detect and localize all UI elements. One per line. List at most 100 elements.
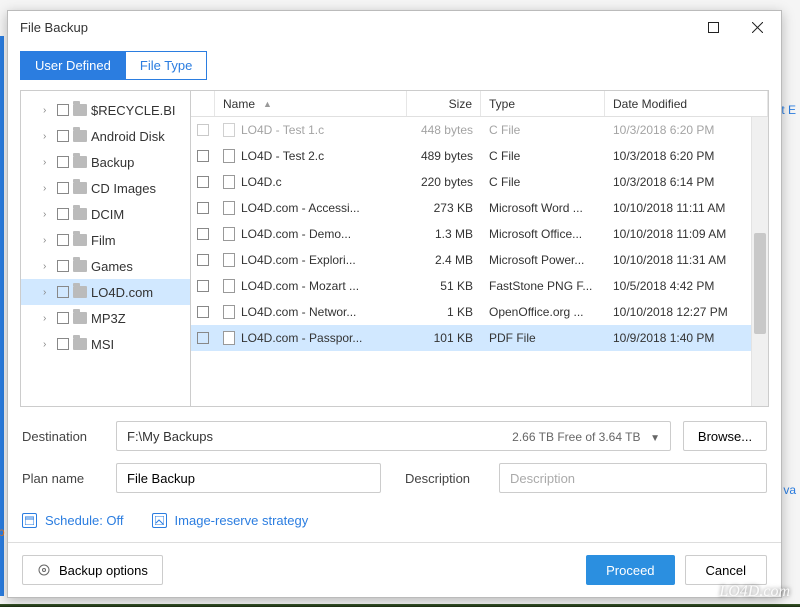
tree-item[interactable]: ›Android Disk	[21, 123, 190, 149]
column-checkbox[interactable]	[191, 91, 215, 116]
checkbox[interactable]	[197, 124, 209, 136]
schedule-link[interactable]: Schedule: Off	[22, 513, 124, 528]
chevron-right-icon: ›	[43, 131, 53, 141]
backup-options-button[interactable]: Backup options	[22, 555, 163, 585]
file-icon	[223, 175, 235, 189]
file-grid-body[interactable]: LO4D - Test 1.c448 bytesC File10/3/2018 …	[191, 117, 768, 406]
file-size: 1 KB	[407, 305, 481, 319]
checkbox[interactable]	[197, 280, 209, 292]
maximize-button[interactable]	[691, 13, 735, 41]
file-type: C File	[481, 175, 605, 189]
checkbox[interactable]	[197, 202, 209, 214]
scrollbar-thumb[interactable]	[754, 233, 766, 334]
folder-tree[interactable]: ›$RECYCLE.BI›Android Disk›Backup›CD Imag…	[21, 91, 191, 406]
dropdown-icon: ▼	[650, 433, 660, 444]
file-browser: ›$RECYCLE.BI›Android Disk›Backup›CD Imag…	[20, 90, 769, 407]
file-row[interactable]: LO4D.com - Explori...2.4 MBMicrosoft Pow…	[191, 247, 768, 273]
image-reserve-link[interactable]: Image-reserve strategy	[152, 513, 309, 528]
checkbox[interactable]	[57, 338, 69, 350]
checkbox[interactable]	[57, 104, 69, 116]
folder-icon	[73, 182, 87, 194]
folder-icon	[73, 312, 87, 324]
close-icon	[752, 22, 763, 33]
file-row[interactable]: LO4D.com - Mozart ...51 KBFastStone PNG …	[191, 273, 768, 299]
cancel-button[interactable]: Cancel	[685, 555, 767, 585]
checkbox[interactable]	[197, 332, 209, 344]
checkbox[interactable]	[57, 182, 69, 194]
dialog-title: File Backup	[20, 20, 88, 35]
checkbox[interactable]	[197, 176, 209, 188]
file-name: LO4D.com - Mozart ...	[241, 279, 359, 293]
file-row[interactable]: LO4D.com - Networ... 1 KBOpenOffice.org .…	[191, 299, 768, 325]
file-size: 1.3 MB	[407, 227, 481, 241]
free-space-text: 2.66 TB Free of 3.64 TB	[512, 430, 640, 444]
image-icon	[152, 513, 167, 528]
file-name: LO4D - Test 1.c	[241, 123, 324, 137]
close-button[interactable]	[735, 13, 779, 41]
file-size: 273 KB	[407, 201, 481, 215]
checkbox[interactable]	[57, 234, 69, 246]
gear-icon	[37, 563, 51, 577]
browse-button[interactable]: Browse...	[683, 421, 767, 451]
tree-item[interactable]: ›Backup	[21, 149, 190, 175]
file-name: LO4D.com - Explori...	[241, 253, 356, 267]
file-row[interactable]: LO4D.com - Demo...1.3 MBMicrosoft Office…	[191, 221, 768, 247]
proceed-button[interactable]: Proceed	[586, 555, 674, 585]
column-name-label: Name	[223, 97, 255, 111]
file-date: 10/10/2018 11:31 AM	[605, 253, 768, 267]
checkbox[interactable]	[57, 156, 69, 168]
file-date: 10/3/2018 6:14 PM	[605, 175, 768, 189]
tree-item[interactable]: ›DCIM	[21, 201, 190, 227]
sort-arrow-icon: ▲	[263, 99, 272, 109]
column-date-modified[interactable]: Date Modified	[605, 91, 768, 116]
description-input[interactable]	[499, 463, 767, 493]
column-type[interactable]: Type	[481, 91, 605, 116]
column-size[interactable]: Size	[407, 91, 481, 116]
destination-field[interactable]: F:\My Backups 2.66 TB Free of 3.64 TB ▼	[116, 421, 671, 451]
tree-item[interactable]: ›MP3Z	[21, 305, 190, 331]
checkbox[interactable]	[57, 286, 69, 298]
checkbox[interactable]	[57, 312, 69, 324]
checkbox[interactable]	[197, 254, 209, 266]
tree-item-label: Film	[91, 233, 116, 248]
checkbox[interactable]	[57, 260, 69, 272]
file-row[interactable]: LO4D.com - Accessi...273 KBMicrosoft Wor…	[191, 195, 768, 221]
file-name: LO4D.com - Networ...	[241, 305, 356, 319]
file-row[interactable]: LO4D - Test 1.c448 bytesC File10/3/2018 …	[191, 117, 768, 143]
file-row[interactable]: LO4D.c220 bytesC File10/3/2018 6:14 PM	[191, 169, 768, 195]
checkbox[interactable]	[197, 150, 209, 162]
tree-item[interactable]: ›Games	[21, 253, 190, 279]
file-date: 10/3/2018 6:20 PM	[605, 123, 768, 137]
scrollbar-vertical[interactable]	[751, 117, 768, 406]
tree-item-label: $RECYCLE.BI	[91, 103, 176, 118]
file-type: Microsoft Word ...	[481, 201, 605, 215]
file-size: 448 bytes	[407, 123, 481, 137]
column-name[interactable]: Name ▲	[215, 91, 407, 116]
file-row[interactable]: LO4D - Test 2.c489 bytesC File10/3/2018 …	[191, 143, 768, 169]
checkbox[interactable]	[197, 306, 209, 318]
file-type: FastStone PNG F...	[481, 279, 605, 293]
tree-item[interactable]: ›$RECYCLE.BI	[21, 97, 190, 123]
background-text: p	[0, 525, 5, 539]
tree-item[interactable]: ›MSI	[21, 331, 190, 357]
file-row[interactable]: LO4D.com - Passpor...101 KBPDF File10/9/…	[191, 325, 768, 351]
file-type: OpenOffice.org ...	[481, 305, 605, 319]
plan-name-input[interactable]	[116, 463, 381, 493]
tree-item[interactable]: ›CD Images	[21, 175, 190, 201]
chevron-right-icon: ›	[43, 261, 53, 271]
file-size: 489 bytes	[407, 149, 481, 163]
tab-file-type[interactable]: File Type	[126, 51, 208, 80]
tree-item[interactable]: ›Film	[21, 227, 190, 253]
folder-icon	[73, 338, 87, 350]
background-link-text: va	[783, 483, 796, 497]
tab-user-defined[interactable]: User Defined	[20, 51, 126, 80]
file-date: 10/10/2018 11:09 AM	[605, 227, 768, 241]
checkbox[interactable]	[57, 208, 69, 220]
tree-item[interactable]: ›LO4D.com	[21, 279, 190, 305]
checkbox[interactable]	[197, 228, 209, 240]
folder-icon	[73, 104, 87, 116]
checkbox[interactable]	[57, 130, 69, 142]
background-sidebar	[0, 36, 4, 596]
schedule-label: Schedule: Off	[45, 513, 124, 528]
calendar-icon	[22, 513, 37, 528]
